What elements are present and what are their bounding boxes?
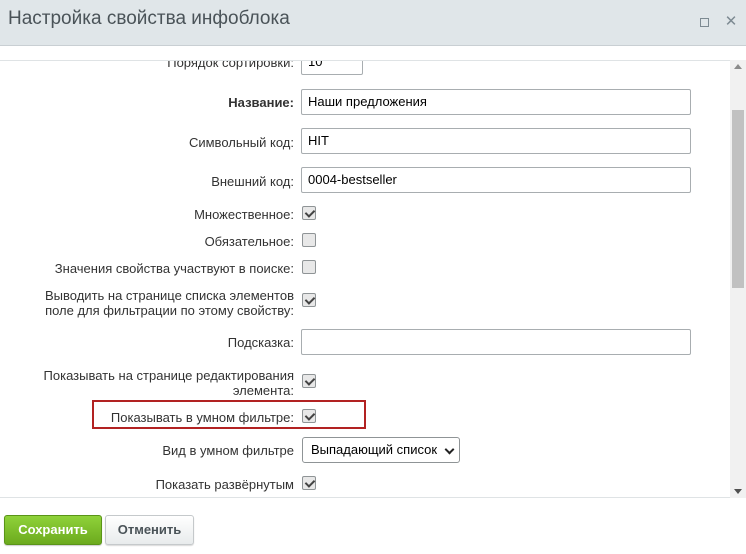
show-expanded-label: Показать развёрнутым — [155, 477, 294, 492]
searchable-label: Значения свойства участвуют в поиске: — [54, 261, 294, 276]
code-input[interactable]: HIT — [301, 128, 691, 154]
sort-input[interactable]: 10 — [301, 61, 363, 75]
multiple-label: Множественное: — [194, 207, 294, 222]
show-on-edit-checkbox[interactable] — [302, 374, 316, 388]
chevron-down-icon — [444, 444, 455, 455]
hint-input[interactable] — [301, 329, 691, 355]
highlight-box — [92, 400, 366, 429]
sort-label: Порядок сортировки: — [167, 60, 294, 70]
name-input[interactable]: Наши предложения — [301, 89, 691, 115]
scroll-down-icon[interactable] — [734, 489, 742, 494]
scroll-thumb[interactable] — [732, 110, 744, 288]
vertical-scrollbar[interactable] — [730, 60, 746, 498]
external-code-label: Внешний код: — [211, 174, 294, 189]
smart-filter-view-label: Вид в умном фильтре — [162, 443, 294, 458]
dialog-header: Настройка свойства инфоблока ✕ — [0, 0, 746, 46]
searchable-checkbox[interactable] — [302, 260, 316, 274]
show-on-edit-label: Показывать на странице редактирования эл… — [43, 368, 294, 398]
code-label: Символьный код: — [188, 135, 294, 150]
filter-on-list-label: Выводить на странице списка элементов по… — [45, 288, 294, 318]
maximize-icon[interactable] — [694, 12, 714, 32]
smart-filter-view-select[interactable]: Выпадающий список — [302, 437, 460, 463]
multiple-checkbox[interactable] — [302, 206, 316, 220]
smart-filter-view-value: Выпадающий список — [311, 442, 438, 457]
required-label: Обязательное: — [204, 234, 294, 249]
close-icon[interactable]: ✕ — [721, 12, 741, 32]
dialog-title: Настройка свойства инфоблока — [8, 8, 290, 29]
show-expanded-checkbox[interactable] — [302, 476, 316, 490]
external-code-input[interactable]: 0004-bestseller — [301, 167, 691, 193]
save-button[interactable]: Сохранить — [4, 515, 102, 545]
name-label: Название: — [228, 95, 294, 110]
cancel-button[interactable]: Отменить — [105, 515, 194, 545]
dialog-content[interactable]: Порядок сортировки: 10 Название: Наши пр… — [0, 60, 746, 498]
scroll-up-icon[interactable] — [734, 64, 742, 69]
hint-label: Подсказка: — [227, 335, 294, 350]
required-checkbox[interactable] — [302, 233, 316, 247]
filter-on-list-checkbox[interactable] — [302, 293, 316, 307]
